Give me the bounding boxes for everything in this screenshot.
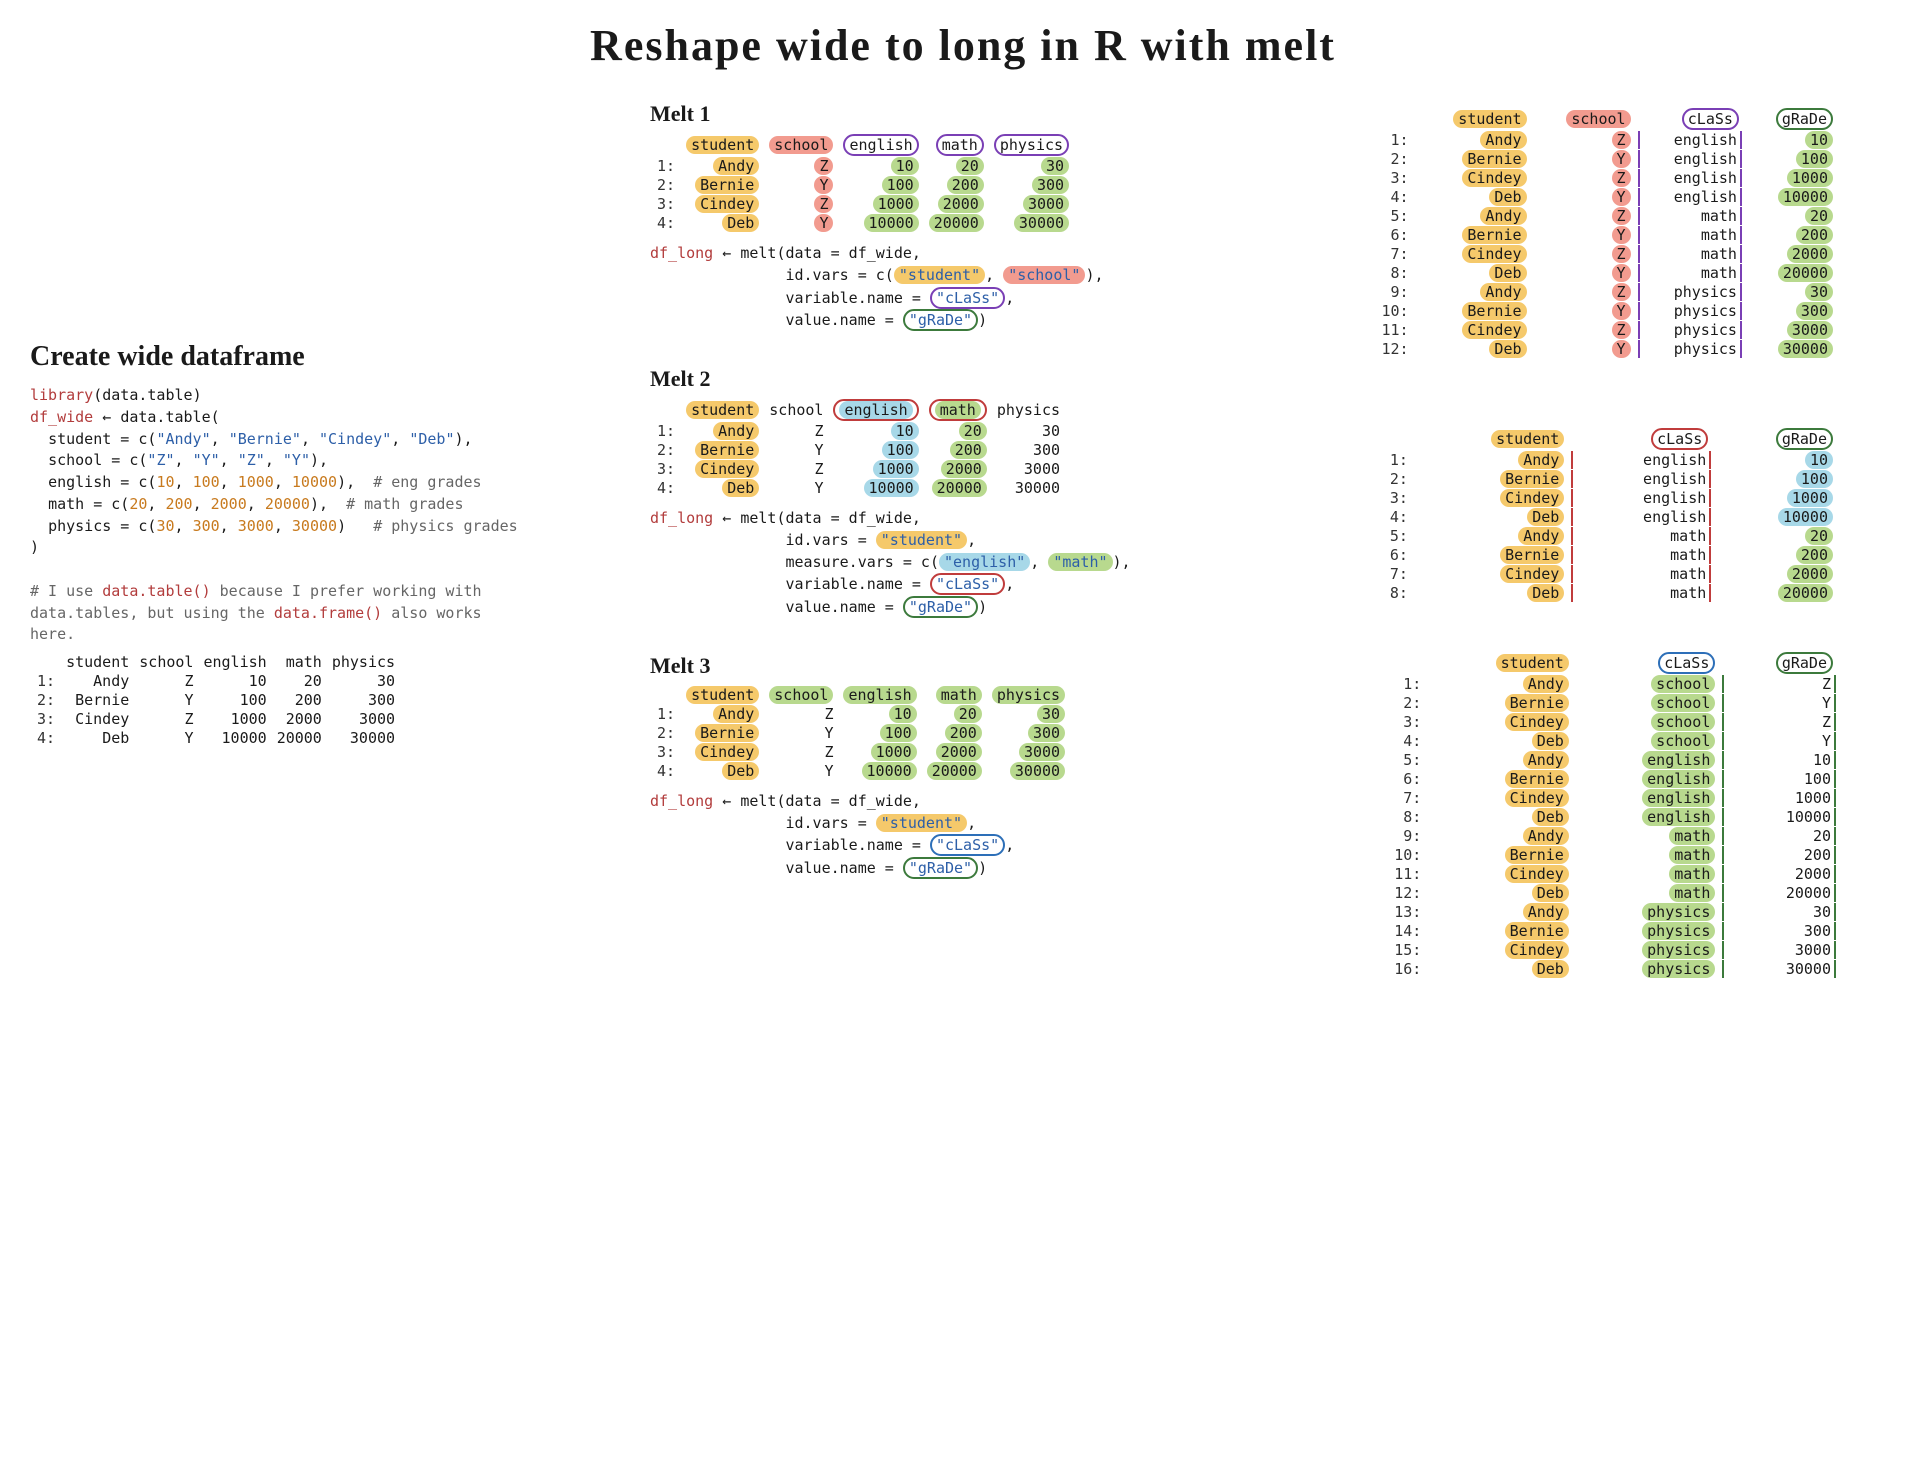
melt2-wide-table: studentschoolenglishmathphysics1:AndyZ10… [650, 398, 1067, 498]
melt2-block: Melt 2 studentschoolenglishmathphysics1:… [650, 366, 1300, 619]
melt2-code: df_long ← melt(data = df_wide, id.vars =… [650, 508, 1300, 619]
kw-library: library [30, 386, 93, 404]
melt1-code: df_long ← melt(data = df_wide, id.vars =… [650, 243, 1300, 332]
col-school: school [48, 451, 102, 469]
lib-arg: data.table [102, 386, 192, 404]
melt1-wide-table: studentschoolenglishmathphysics1:AndyZ10… [650, 133, 1076, 233]
col-create: Create wide dataframe library(data.table… [30, 101, 590, 748]
col-student: student [48, 430, 111, 448]
col-results: studentschoolcLaSsgRaDe1:AndyZenglish102… [1360, 101, 1840, 979]
melt3-heading: Melt 3 [650, 653, 1300, 679]
wide-output-table: studentschoolenglishmathphysics 1:AndyZ1… [30, 652, 402, 748]
melt3-block: Melt 3 studentschoolenglishmathphysics1:… [650, 653, 1300, 880]
melt1-heading: Melt 1 [650, 101, 1300, 127]
col-english: english [48, 473, 111, 491]
melt3-wide-table: studentschoolenglishmathphysics1:AndyZ10… [650, 685, 1072, 781]
fn-datatable: data.table [120, 408, 210, 426]
create-heading: Create wide dataframe [30, 341, 590, 373]
create-code: library(data.table) df_wide ← data.table… [30, 385, 590, 646]
result1-table: studentschoolcLaSsgRaDe1:AndyZenglish102… [1360, 107, 1840, 359]
col-math: math [48, 495, 84, 513]
page-title: Reshape wide to long in R with melt [30, 20, 1896, 71]
layout-grid: Create wide dataframe library(data.table… [30, 101, 1896, 979]
melt3-code: df_long ← melt(data = df_wide, id.vars =… [650, 791, 1300, 880]
melt1-block: Melt 1 studentschoolenglishmathphysics1:… [650, 101, 1300, 332]
col-physics: physics [48, 517, 111, 535]
col-melts: Melt 1 studentschoolenglishmathphysics1:… [650, 101, 1300, 880]
melt2-heading: Melt 2 [650, 366, 1300, 392]
var-df-wide: df_wide [30, 408, 93, 426]
result2-table: studentcLaSsgRaDe1:Andyenglish102:Bernie… [1360, 427, 1840, 603]
result3-table: studentcLaSsgRaDe1:AndyschoolZ2:Berniesc… [1360, 651, 1840, 979]
